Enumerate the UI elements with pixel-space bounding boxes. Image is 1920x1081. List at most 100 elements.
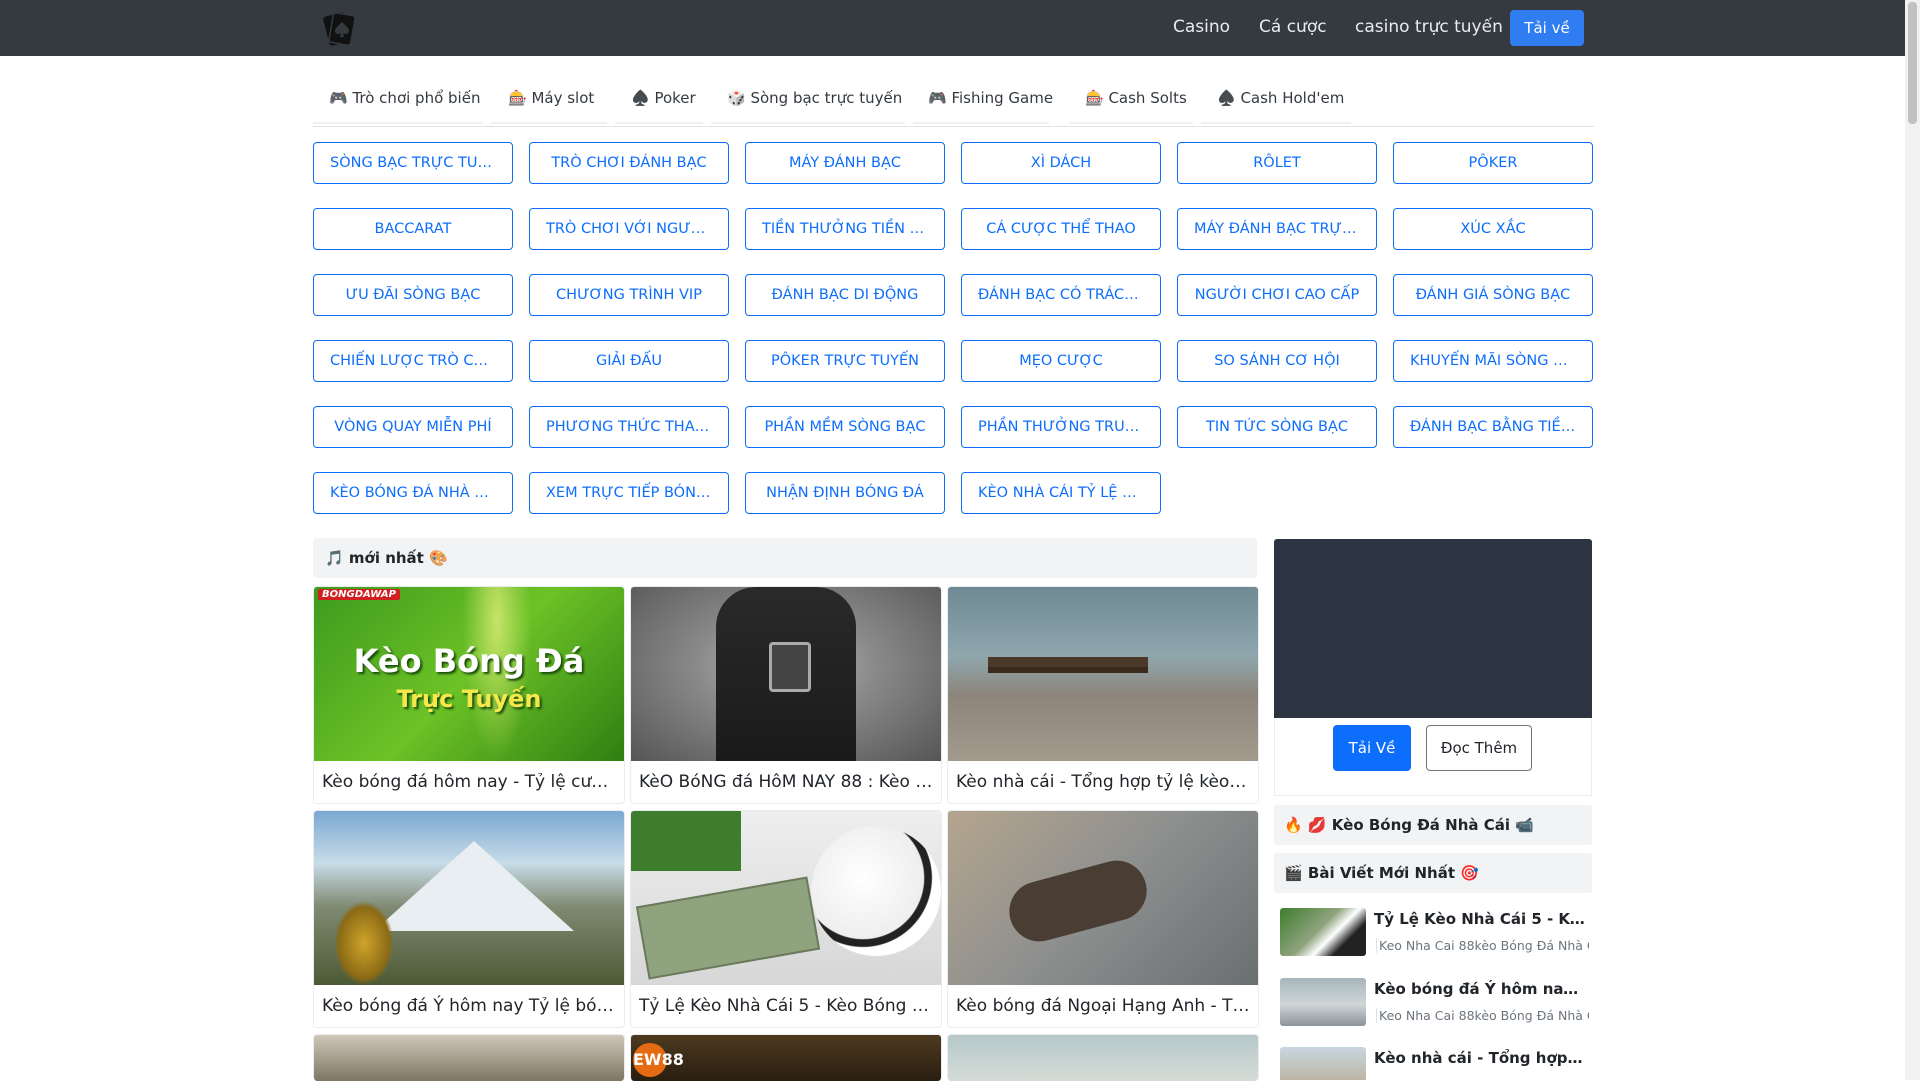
tag-button[interactable]: MẸO CƯỢC (961, 340, 1161, 382)
scrollbar-thumb[interactable] (1908, 2, 1917, 124)
tag-button[interactable]: XÌ DÁCH (961, 142, 1161, 184)
tag-button[interactable]: NGƯỜI CHƠI CAO CẤP (1177, 274, 1377, 316)
tag-button[interactable]: PHẦN THƯỞNG TRUNG THÀNH (961, 406, 1161, 448)
card-image[interactable] (631, 587, 941, 761)
post-title[interactable]: Kèo nhà cái - Tổng hợp tỷ lệ kèo cược (1374, 1049, 1586, 1067)
tag-button[interactable]: PÔKER TRỰC TUYẾN (745, 340, 945, 382)
tag-button[interactable]: KHUYẾN MÃI SÒNG BẠC (1393, 340, 1593, 382)
tab-poker[interactable]: ♠️ Poker (615, 72, 703, 124)
bench-base (988, 667, 1148, 673)
tag-button[interactable]: TIỀN THƯỞNG TIỀN GỬI (745, 208, 945, 250)
brand-badge: EW88 (633, 1043, 684, 1077)
article-card[interactable]: Kèo nhà cái - Tổng hợp tỷ lệ kèo cược (947, 586, 1259, 804)
article-card[interactable]: Kèo bóng đá Ngoại Hạng Anh - Tỷ lệ kèo (947, 810, 1259, 1028)
latest-section-heading: 🎵 mới nhất 🎨 (313, 538, 1257, 578)
camera-figure (769, 642, 811, 692)
tag-button[interactable]: SO SÁNH CƠ HỘI (1177, 340, 1377, 382)
tag-button[interactable]: KÈO NHÀ CÁI TỶ LỆ CƯỢC (961, 472, 1161, 514)
card-image[interactable]: BONGDAWAP Kèo Bóng Đá Trực Tuyến (314, 587, 624, 761)
tag-button[interactable]: PÔKER (1393, 142, 1593, 184)
tag-button[interactable]: PHƯƠNG THỨC THANH TOÁN (529, 406, 729, 448)
tab-popular-games[interactable]: 🎮 Trò chơi phổ biến (313, 72, 483, 124)
tag-button[interactable]: CÁ CƯỢC THỂ THAO (961, 208, 1161, 250)
tag-button[interactable]: PHẦN MỀM SÒNG BẠC (745, 406, 945, 448)
tag-button[interactable]: ĐÁNH GIÁ SÒNG BẠC (1393, 274, 1593, 316)
tag-button[interactable]: TRÒ CHƠI ĐÁNH BẠC (529, 142, 729, 184)
nav-link-ca-cuoc[interactable]: Cá cược (1259, 17, 1327, 37)
post-excerpt: Keo Nha Cai 88kèo Bóng Đá Nhà Cái (1376, 1008, 1589, 1023)
tag-button[interactable]: RÔLET (1177, 142, 1377, 184)
read-more-button[interactable]: Đọc Thêm (1426, 725, 1532, 771)
tag-button[interactable]: KÈO BÓNG ĐÁ NHÀ CÁI (313, 472, 513, 514)
tab-fishing-game[interactable]: 🎮 Fishing Game (913, 72, 1053, 124)
tab-cash-slots[interactable]: 🎰 Cash Solts (1069, 72, 1193, 124)
post-title[interactable]: Tỷ Lệ Kèo Nhà Cái 5 - Kèo Bóng Đá (1374, 910, 1586, 928)
tag-button[interactable]: ĐÁNH BẠC CÓ TRÁCH NHIỆM (961, 274, 1161, 316)
sidebar-banner (1274, 539, 1592, 718)
hand-figure (1002, 853, 1154, 949)
image-site-badge: BONGDAWAP (318, 589, 400, 600)
card-image[interactable] (631, 811, 941, 985)
tab-online-casino[interactable]: 🎲 Sòng bạc trực tuyến (711, 72, 905, 124)
tag-button[interactable]: ĐÁNH BẠC DI ĐỘNG (745, 274, 945, 316)
tag-button[interactable]: BACCARAT (313, 208, 513, 250)
article-card[interactable]: EW88 (630, 1034, 942, 1081)
post-thumbnail[interactable] (1280, 978, 1366, 1026)
tag-button[interactable]: GIẢI ĐẤU (529, 340, 729, 382)
sidebar-post[interactable]: Kèo bóng đá Ý hôm nay Tỷ lệ bóng đá Keo … (1280, 978, 1590, 1038)
tab-slot-machines[interactable]: 🎰 Máy slot (491, 72, 607, 124)
card-title[interactable]: KèO BóNG đá HôM NAY 88 : Kèo Nhà Cái (631, 761, 941, 803)
article-card[interactable] (313, 1034, 625, 1081)
tag-button[interactable]: TRÒ CHƠI VỚI NGƯỜI CHIA BÀI (529, 208, 729, 250)
card-image[interactable] (314, 811, 624, 985)
tag-button[interactable]: NHẬN ĐỊNH BÓNG ĐÁ (745, 472, 945, 514)
card-image[interactable] (948, 1035, 1258, 1081)
tag-button[interactable]: XÚC XẮC (1393, 208, 1593, 250)
tag-button[interactable]: ƯU ĐÃI SÒNG BẠC (313, 274, 513, 316)
sidebar-download-button[interactable]: Tải Về (1333, 725, 1411, 771)
post-title[interactable]: Kèo bóng đá Ý hôm nay Tỷ lệ bóng đá (1374, 980, 1586, 998)
post-thumbnail[interactable] (1280, 908, 1366, 956)
page-scrollbar[interactable] (1905, 0, 1920, 1080)
bench-figure (988, 657, 1148, 667)
article-card[interactable] (947, 1034, 1259, 1081)
cards-logo-icon[interactable] (318, 8, 360, 50)
tag-button[interactable]: MÁY ĐÁNH BẠC (745, 142, 945, 184)
mountain-peak (374, 841, 574, 931)
tag-button[interactable]: VÒNG QUAY MIỄN PHÍ (313, 406, 513, 448)
card-title[interactable]: Tỷ Lệ Kèo Nhà Cái 5 - Kèo Bóng Đá (631, 985, 941, 1027)
sidebar-post[interactable]: Kèo nhà cái - Tổng hợp tỷ lệ kèo cược (1280, 1047, 1590, 1080)
tag-button[interactable]: XEM TRỰC TIẾP BÓNG ĐÁ (529, 472, 729, 514)
post-excerpt: Keo Nha Cai 88kèo Bóng Đá Nhà Cái (1376, 938, 1589, 953)
category-tabs: 🎮 Trò chơi phổ biến 🎰 Máy slot ♠️ Poker … (313, 72, 1594, 127)
tag-button[interactable]: ĐÁNH BẠC BẰNG TIỀN THẬT (1393, 406, 1593, 448)
card-title[interactable]: Kèo bóng đá Ngoại Hạng Anh - Tỷ lệ kèo (948, 985, 1258, 1027)
sidebar-section-heading: 🎬 Bài Viết Mới Nhất 🎯 (1274, 853, 1592, 893)
article-card[interactable]: KèO BóNG đá HôM NAY 88 : Kèo Nhà Cái (630, 586, 942, 804)
card-title[interactable]: Kèo bóng đá hôm nay - Tỷ lệ cược bóng đá (314, 761, 624, 803)
sidebar-post[interactable]: Tỷ Lệ Kèo Nhà Cái 5 - Kèo Bóng Đá Keo Nh… (1280, 908, 1590, 968)
card-image[interactable] (948, 811, 1258, 985)
card-image[interactable] (314, 1035, 624, 1081)
article-card[interactable]: Kèo bóng đá Ý hôm nay Tỷ lệ bóng đá (313, 810, 625, 1028)
card-image[interactable] (948, 587, 1258, 761)
tag-button[interactable]: SÒNG BẠC TRỰC TUYẾN (313, 142, 513, 184)
post-thumbnail[interactable] (1280, 1047, 1366, 1080)
card-title[interactable]: Kèo nhà cái - Tổng hợp tỷ lệ kèo cược (948, 761, 1258, 803)
nav-link-casino[interactable]: Casino (1173, 17, 1230, 37)
tab-cash-holdem[interactable]: ♠️ Cash Hold'em (1201, 72, 1351, 124)
grass-area (631, 811, 741, 871)
tree-figure (334, 901, 394, 985)
tag-button[interactable]: MÁY ĐÁNH BẠC TRỰC TUYẾN (1177, 208, 1377, 250)
article-card[interactable]: BONGDAWAP Kèo Bóng Đá Trực Tuyến Kèo bón… (313, 586, 625, 804)
tag-button[interactable]: CHIẾN LƯỢC TRÒ CHƠI (313, 340, 513, 382)
tag-button[interactable]: CHƯƠNG TRÌNH VIP (529, 274, 729, 316)
download-button[interactable]: Tải về (1510, 10, 1584, 46)
card-title[interactable]: Kèo bóng đá Ý hôm nay Tỷ lệ bóng đá (314, 985, 624, 1027)
card-image[interactable]: EW88 (631, 1035, 941, 1081)
top-navbar: Casino Cá cược casino trực tuyến Tải về (0, 0, 1905, 56)
tag-button[interactable]: TIN TỨC SÒNG BẠC (1177, 406, 1377, 448)
nav-link-casino-online[interactable]: casino trực tuyến (1355, 17, 1503, 37)
article-card[interactable]: Tỷ Lệ Kèo Nhà Cái 5 - Kèo Bóng Đá (630, 810, 942, 1028)
image-headline: Kèo Bóng Đá (353, 642, 585, 680)
